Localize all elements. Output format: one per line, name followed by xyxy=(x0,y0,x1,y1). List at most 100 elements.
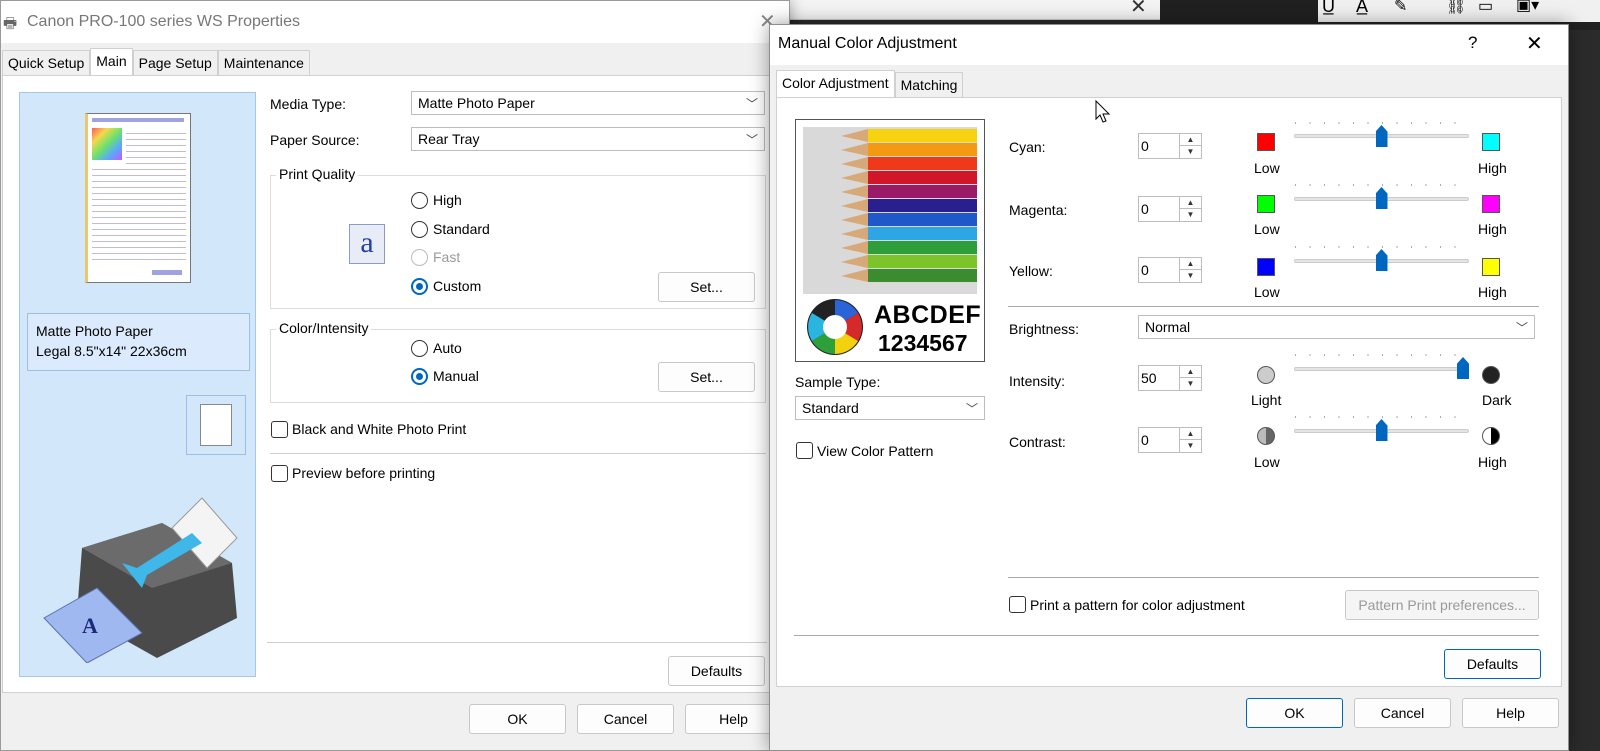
intensity-low-label: Light xyxy=(1251,392,1282,408)
spin-up-icon[interactable]: ▲ xyxy=(1179,134,1201,146)
spin-down-icon[interactable]: ▼ xyxy=(1179,146,1201,158)
background-close-icon[interactable]: ✕ xyxy=(1130,0,1147,19)
color-set-button[interactable]: Set... xyxy=(658,362,755,392)
contrast-spinbox[interactable]: 0 ▲ ▼ xyxy=(1138,427,1202,453)
tab-matching[interactable]: Matching xyxy=(894,72,964,97)
help-icon[interactable]: ? xyxy=(1468,33,1477,53)
cyan-high-swatch xyxy=(1482,133,1500,151)
highlighter-icon[interactable]: ✎ xyxy=(1394,0,1407,16)
intensity-slider-track[interactable] xyxy=(1294,367,1469,371)
properties-cancel-button[interactable]: Cancel xyxy=(577,704,674,734)
link-icon[interactable]: ⛓ xyxy=(1446,0,1466,16)
close-icon[interactable]: ✕ xyxy=(1526,31,1543,56)
dialog-help-button[interactable]: Help xyxy=(1462,698,1559,728)
sample-text-letters: ABCDEF xyxy=(874,301,982,329)
preview-label: Preview before printing xyxy=(292,465,436,481)
color-auto-radio[interactable] xyxy=(411,340,428,357)
sample-type-value: Standard xyxy=(802,400,859,416)
font-color-icon[interactable]: A̲ xyxy=(1356,0,1368,17)
spin-down-icon[interactable]: ▼ xyxy=(1179,270,1201,282)
dialog-titlebar: Manual Color Adjustment ? ✕ xyxy=(770,25,1568,65)
magenta-slider-thumb[interactable] xyxy=(1375,187,1388,209)
dialog-ok-button[interactable]: OK xyxy=(1246,698,1343,728)
high-contrast-icon xyxy=(1482,427,1500,445)
print-pattern-checkbox[interactable] xyxy=(1009,596,1026,613)
intensity-spinbox[interactable]: 50 ▲ ▼ xyxy=(1138,365,1202,391)
spin-up-icon[interactable]: ▲ xyxy=(1179,428,1201,440)
cyan-high-label: High xyxy=(1478,160,1507,176)
contrast-slider-thumb[interactable] xyxy=(1375,419,1388,441)
properties-defaults-button[interactable]: Defaults xyxy=(668,656,765,686)
color-pencils-image xyxy=(803,127,977,294)
sample-text-numbers: 1234567 xyxy=(878,330,968,356)
tab-page-setup[interactable]: Page Setup xyxy=(132,50,218,75)
contrast-high-label: High xyxy=(1478,454,1507,470)
sample-type-label: Sample Type: xyxy=(795,374,881,390)
brightness-label: Brightness: xyxy=(1009,321,1080,337)
preview-checkbox[interactable] xyxy=(271,465,288,482)
properties-tabs: Quick Setup Main Page Setup Maintenance xyxy=(2,48,310,75)
yellow-label: Yellow: xyxy=(1009,263,1053,279)
media-type-select[interactable]: Matte Photo Paper ﹀ xyxy=(411,91,765,115)
printer-icon: 🖶 xyxy=(3,15,18,32)
image-icon[interactable]: ▣▾ xyxy=(1516,0,1539,15)
properties-ok-button[interactable]: OK xyxy=(469,704,566,734)
quality-standard-radio[interactable] xyxy=(411,221,428,238)
comment-icon[interactable]: ▭ xyxy=(1478,0,1493,16)
dialog-defaults-button[interactable]: Defaults xyxy=(1444,649,1541,679)
view-color-pattern-checkbox[interactable] xyxy=(796,442,813,459)
quality-fast-label: Fast xyxy=(433,249,461,265)
image-placeholder-icon xyxy=(92,128,122,160)
spin-up-icon[interactable]: ▲ xyxy=(1179,366,1201,378)
pattern-print-preferences-button[interactable]: Pattern Print preferences... xyxy=(1345,590,1539,620)
brightness-select[interactable]: Normal ﹀ xyxy=(1138,315,1535,339)
tab-color-adjustment[interactable]: Color Adjustment xyxy=(776,70,895,97)
spin-down-icon[interactable]: ▼ xyxy=(1179,378,1201,390)
dialog-cancel-button[interactable]: Cancel xyxy=(1354,698,1451,728)
slider-ticks xyxy=(1295,354,1469,356)
sample-type-select[interactable]: Standard ﹀ xyxy=(795,396,985,420)
quality-custom-label: Custom xyxy=(433,278,482,294)
spin-up-icon[interactable]: ▲ xyxy=(1179,197,1201,209)
properties-help-button[interactable]: Help xyxy=(685,704,782,734)
svg-text:A: A xyxy=(82,613,98,638)
properties-titlebar: 🖶 Canon PRO-100 series WS Properties ✕ xyxy=(1,1,789,43)
yellow-slider-thumb[interactable] xyxy=(1375,249,1388,271)
spin-up-icon[interactable]: ▲ xyxy=(1179,258,1201,270)
yellow-high-label: High xyxy=(1478,284,1507,300)
color-auto-label: Auto xyxy=(433,340,462,356)
quality-high-radio[interactable] xyxy=(411,192,428,209)
dialog-tabs: Color Adjustment Matching xyxy=(776,70,964,97)
paper-source-select[interactable]: Rear Tray ﹀ xyxy=(411,127,765,151)
cyan-slider-thumb[interactable] xyxy=(1375,125,1388,147)
tab-main[interactable]: Main xyxy=(90,48,133,75)
media-type-value: Matte Photo Paper xyxy=(418,95,535,111)
magenta-spinbox[interactable]: 0 ▲ ▼ xyxy=(1138,196,1202,222)
divider xyxy=(267,642,767,643)
printer-properties-window: 🖶 Canon PRO-100 series WS Properties ✕ Q… xyxy=(0,0,790,751)
underline-icon[interactable]: U̲ xyxy=(1322,0,1335,17)
tab-maintenance[interactable]: Maintenance xyxy=(217,50,310,75)
intensity-label: Intensity: xyxy=(1009,373,1066,389)
cyan-spinbox[interactable]: 0 ▲ ▼ xyxy=(1138,133,1202,159)
yellow-spinbox[interactable]: 0 ▲ ▼ xyxy=(1138,257,1202,283)
printer-illustration-icon: A xyxy=(43,497,238,663)
brightness-value: Normal xyxy=(1145,319,1191,335)
magenta-label: Magenta: xyxy=(1009,202,1068,218)
view-color-pattern-label: View Color Pattern xyxy=(817,443,934,459)
spin-down-icon[interactable]: ▼ xyxy=(1179,440,1201,452)
color-manual-radio[interactable] xyxy=(411,368,428,385)
spin-down-icon[interactable]: ▼ xyxy=(1179,209,1201,221)
quality-fast-radio[interactable] xyxy=(411,249,428,266)
chevron-down-icon: ﹀ xyxy=(745,133,758,147)
quality-set-button[interactable]: Set... xyxy=(658,272,755,302)
print-preview-pane: Matte Photo Paper Legal 8.5"x14" 22x36cm… xyxy=(19,92,256,677)
bw-photo-print-checkbox[interactable] xyxy=(271,421,288,438)
tab-quick-setup[interactable]: Quick Setup xyxy=(2,50,91,75)
properties-title: Canon PRO-100 series WS Properties xyxy=(27,13,300,30)
divider xyxy=(794,635,1539,636)
quality-icon: a xyxy=(349,224,385,264)
quality-custom-radio[interactable] xyxy=(411,278,428,295)
slider-ticks xyxy=(1295,184,1469,186)
intensity-slider-thumb[interactable] xyxy=(1457,357,1469,379)
